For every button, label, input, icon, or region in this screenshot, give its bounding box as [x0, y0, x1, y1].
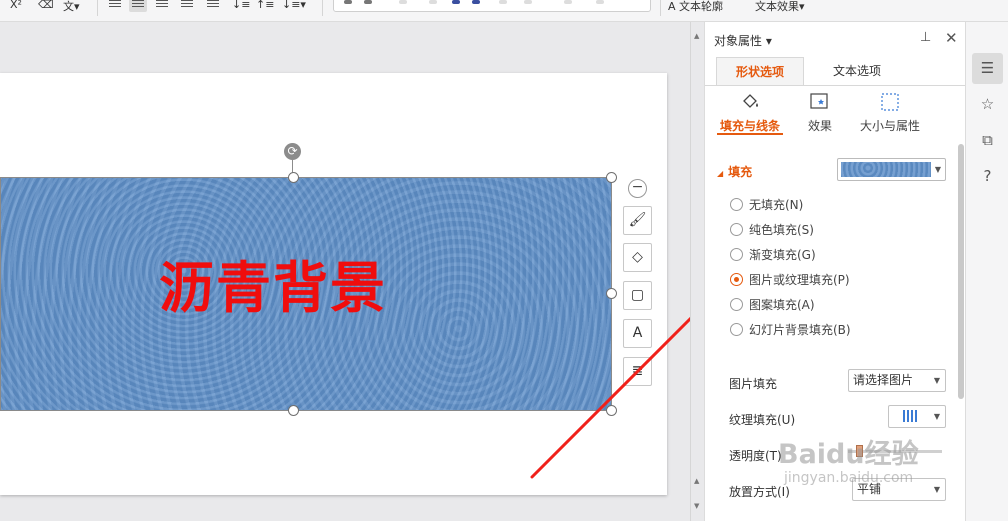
- chevron-down-icon: ▼: [933, 412, 940, 421]
- watermark-url: jingyan.baidu.com: [784, 470, 914, 486]
- radio-no-fill[interactable]: 无填充(N): [730, 196, 803, 213]
- watermark: Baidu经验: [778, 439, 919, 470]
- resize-handle-bottom[interactable]: [288, 405, 299, 416]
- help-rail-button[interactable]: ?: [972, 161, 1003, 192]
- animation-rail-button[interactable]: ☆: [972, 89, 1003, 120]
- size-icon: [879, 92, 901, 112]
- chevron-down-icon: ▼: [933, 376, 940, 385]
- transition-rail-button[interactable]: ⧉: [972, 125, 1003, 156]
- align-right-button[interactable]: [153, 0, 171, 12]
- clear-format-icon[interactable]: ⌫: [38, 0, 54, 12]
- picture-fill-label: 图片填充: [729, 377, 778, 391]
- fill-section-header[interactable]: ◢ 填充: [717, 163, 752, 180]
- radio-pattern-fill[interactable]: 图案填充(A): [730, 296, 815, 313]
- shape-fill-button[interactable]: ◇: [623, 243, 652, 272]
- radio-picture-texture-fill[interactable]: 图片或纹理填充(P): [730, 271, 850, 288]
- help-icon: ?: [983, 167, 992, 185]
- panel-title[interactable]: 对象属性 ▾: [714, 32, 772, 49]
- text-fill-button[interactable]: A: [623, 319, 652, 348]
- superscript-icon[interactable]: X²: [10, 0, 22, 12]
- tab-shape-options[interactable]: 形状选项: [716, 57, 804, 86]
- text-style-icon[interactable]: 文▾: [63, 0, 80, 13]
- resize-handle-top-right[interactable]: [606, 172, 617, 183]
- rotate-handle-icon[interactable]: ⟳: [284, 143, 301, 160]
- radio-slide-background-fill[interactable]: 幻灯片背景填充(B): [730, 321, 851, 338]
- collapse-triangle-icon: ◢: [717, 169, 724, 178]
- text-style-gallery[interactable]: [333, 0, 651, 12]
- justify-button[interactable]: [178, 0, 196, 12]
- chevron-down-icon: ▼: [934, 165, 941, 174]
- resize-handle-right[interactable]: [606, 288, 617, 299]
- transition-icon: ⧉: [982, 131, 993, 149]
- resize-handle-bottom-right[interactable]: [606, 405, 617, 416]
- shape-outline-button[interactable]: ▢: [623, 281, 652, 310]
- properties-rail-button[interactable]: ☰: [972, 53, 1003, 84]
- outline-icon: ▢: [630, 287, 645, 303]
- text-effect-button[interactable]: 文本效果▾: [755, 0, 805, 13]
- fill-bucket-icon: [739, 92, 761, 112]
- tab-text-options[interactable]: 文本选项: [813, 57, 901, 86]
- line-spacing-up-icon[interactable]: ↑≡: [256, 0, 274, 12]
- subtab-effects[interactable]: 效果: [800, 92, 840, 134]
- resize-handle-top[interactable]: [288, 172, 299, 183]
- texture-swatch-icon: [903, 410, 917, 422]
- panel-left-scrollbar[interactable]: ▲ ▲ ▼: [690, 22, 704, 521]
- right-side-rail: ☰ ☆ ⧉ ?: [965, 22, 1008, 521]
- picture-fill-dropdown[interactable]: 请选择图片 ▼: [848, 369, 946, 392]
- chevron-down-icon: ▼: [933, 485, 940, 494]
- align-center-button[interactable]: [129, 0, 147, 12]
- text-wrap-button[interactable]: ≣: [623, 357, 652, 386]
- sliders-icon: ☰: [980, 59, 995, 77]
- fill-bucket-icon: ◇: [632, 249, 643, 265]
- subtab-fill-and-line[interactable]: 填充与线条: [717, 92, 783, 134]
- pin-icon[interactable]: ⊥: [920, 30, 931, 45]
- panel-scrollbar[interactable]: [958, 144, 964, 399]
- fill-color-dropdown[interactable]: ▼: [837, 158, 946, 181]
- radio-gradient-fill[interactable]: 渐变填充(G): [730, 246, 816, 263]
- texture-fill-label: 纹理填充(U): [729, 413, 796, 427]
- radio-solid-fill[interactable]: 纯色填充(S): [730, 221, 814, 238]
- paragraph-spacing-icon[interactable]: ↓≡▾: [282, 0, 306, 12]
- text-color-icon: A: [632, 325, 643, 341]
- text-outline-icon: A: [668, 0, 676, 13]
- brush-icon: 🖌: [628, 212, 647, 228]
- text-wrap-icon: ≣: [631, 363, 644, 379]
- align-left-button[interactable]: [106, 0, 124, 12]
- text-outline-button[interactable]: A 文本轮廓: [668, 0, 723, 13]
- shape-text[interactable]: 沥青背景: [159, 260, 387, 315]
- shape-style-button[interactable]: 🖌: [623, 206, 652, 235]
- texture-fill-dropdown[interactable]: ▼: [888, 405, 946, 428]
- subtab-size-and-properties[interactable]: 大小与属性: [857, 92, 923, 134]
- selected-shape[interactable]: 沥青背景: [0, 177, 612, 411]
- placement-label: 放置方式(I): [729, 485, 790, 499]
- star-icon: ☆: [980, 95, 995, 113]
- effects-icon: [809, 92, 831, 112]
- collapse-toolbar-button[interactable]: −: [628, 179, 647, 198]
- close-icon[interactable]: ✕: [945, 29, 958, 47]
- slide-canvas[interactable]: ⟳ 沥青背景 − 🖌 ◇ ▢ A ≣: [0, 22, 690, 521]
- slide[interactable]: ⟳ 沥青背景 − 🖌 ◇ ▢ A ≣: [0, 73, 667, 495]
- line-spacing-down-icon[interactable]: ↓≡: [232, 0, 250, 12]
- distribute-button[interactable]: [204, 0, 222, 12]
- ribbon-toolbar: X² ⌫ 文▾ ↓≡ ↑≡ ↓≡▾ A 文本轮廓 文本效果▾: [0, 0, 1008, 22]
- transparency-label: 透明度(T): [729, 449, 782, 463]
